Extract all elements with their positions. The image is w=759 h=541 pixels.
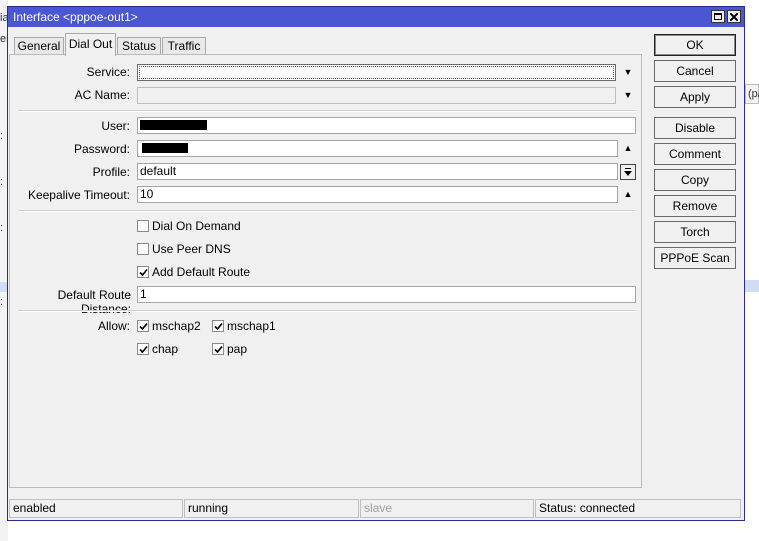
profile-value: default — [140, 164, 177, 178]
ac-name-dropdown-arrow[interactable]: ▼ — [622, 89, 634, 101]
background-text: : — [0, 176, 4, 188]
checkmark-icon — [139, 268, 148, 277]
apply-button[interactable]: Apply — [654, 86, 736, 108]
close-button[interactable] — [727, 10, 741, 23]
use-peer-dns-label: Use Peer DNS — [152, 242, 231, 256]
allow-chap-checkbox[interactable] — [137, 343, 149, 355]
allow-mschap2-checkbox[interactable] — [137, 320, 149, 332]
cancel-button[interactable]: Cancel — [654, 60, 736, 82]
allow-mschap2-label: mschap2 — [152, 319, 201, 333]
copy-button[interactable]: Copy — [654, 169, 736, 191]
ac-name-dropdown[interactable] — [137, 87, 616, 104]
profile-label: Profile: — [92, 165, 130, 179]
redacted-value — [140, 120, 207, 130]
window-title: Interface <pppoe-out1> — [13, 10, 138, 24]
background-text: : — [0, 296, 4, 308]
default-route-distance-input[interactable]: 1 — [137, 286, 636, 303]
status-running: running — [184, 499, 359, 518]
pppoe-scan-button[interactable]: PPPoE Scan — [654, 247, 736, 269]
user-input[interactable] — [137, 117, 636, 134]
redacted-value — [142, 143, 188, 153]
maximize-button[interactable] — [711, 10, 725, 23]
service-dropdown[interactable] — [137, 64, 616, 81]
allow-mschap1-checkbox[interactable] — [212, 320, 224, 332]
checkmark-icon — [139, 345, 148, 354]
triangle-up-icon: ▲ — [623, 143, 633, 153]
torch-button[interactable]: Torch — [654, 221, 736, 243]
allow-label: Allow: — [97, 319, 130, 333]
password-input[interactable] — [137, 140, 618, 157]
service-dropdown-arrow[interactable]: ▼ — [622, 66, 634, 78]
comment-button[interactable]: Comment — [654, 143, 736, 165]
tab-dial-out[interactable]: Dial Out — [65, 33, 116, 56]
profile-select-button[interactable] — [620, 164, 636, 180]
tab-traffic-label: Traffic — [167, 39, 201, 53]
allow-pap-label: pap — [227, 342, 248, 356]
ac-name-label: AC Name: — [74, 88, 130, 102]
keepalive-label: Keepalive Timeout: — [27, 188, 130, 202]
dial-on-demand-checkbox[interactable] — [137, 220, 149, 232]
background-selected-row — [745, 280, 759, 292]
allow-pap-checkbox[interactable] — [212, 343, 224, 355]
checkmark-icon — [214, 322, 223, 331]
status-connection: Status: connected — [535, 499, 741, 518]
default-route-distance-value: 1 — [140, 287, 147, 301]
allow-chap-label: chap — [152, 342, 179, 356]
triangle-up-icon: ▲ — [623, 189, 633, 199]
profile-select[interactable]: default — [137, 163, 618, 180]
user-label: User: — [101, 119, 130, 133]
allow-mschap1-label: mschap1 — [227, 319, 276, 333]
ok-button[interactable]: OK — [654, 34, 736, 56]
use-peer-dns-checkbox[interactable] — [137, 243, 149, 255]
add-default-route-checkbox[interactable] — [137, 266, 149, 278]
status-enabled: enabled — [9, 499, 183, 518]
checkmark-icon — [214, 345, 223, 354]
disable-button[interactable]: Disable — [654, 117, 736, 139]
status-slave: slave — [360, 499, 534, 518]
title-bar[interactable]: Interface <pppoe-out1> — [8, 7, 744, 27]
separator — [18, 310, 636, 312]
separator — [18, 110, 636, 112]
password-collapse-arrow[interactable]: ▲ — [622, 142, 634, 154]
remove-button[interactable]: Remove — [654, 195, 736, 217]
select-arrow-icon — [624, 168, 632, 176]
separator — [18, 210, 636, 212]
background-button: (p/ — [745, 84, 759, 104]
close-icon — [730, 13, 738, 21]
dial-on-demand-label: Dial On Demand — [152, 219, 241, 233]
service-label: Service: — [86, 65, 130, 79]
background-text: : — [0, 130, 4, 142]
triangle-down-icon: ▼ — [623, 90, 633, 100]
background-text: : — [0, 222, 4, 234]
tab-general-label: General — [17, 39, 61, 53]
focus-outline — [139, 66, 614, 79]
keepalive-value: 10 — [140, 187, 154, 201]
password-label: Password: — [73, 142, 130, 156]
triangle-down-icon: ▼ — [623, 67, 633, 77]
tab-status-label: Status — [121, 39, 157, 53]
tab-dial-out-label: Dial Out — [68, 37, 113, 51]
keepalive-collapse-arrow[interactable]: ▲ — [622, 188, 634, 200]
checkmark-icon — [139, 322, 148, 331]
add-default-route-label: Add Default Route — [152, 265, 251, 279]
background-button-text: (p/ — [748, 88, 759, 100]
keepalive-input[interactable]: 10 — [137, 186, 618, 203]
